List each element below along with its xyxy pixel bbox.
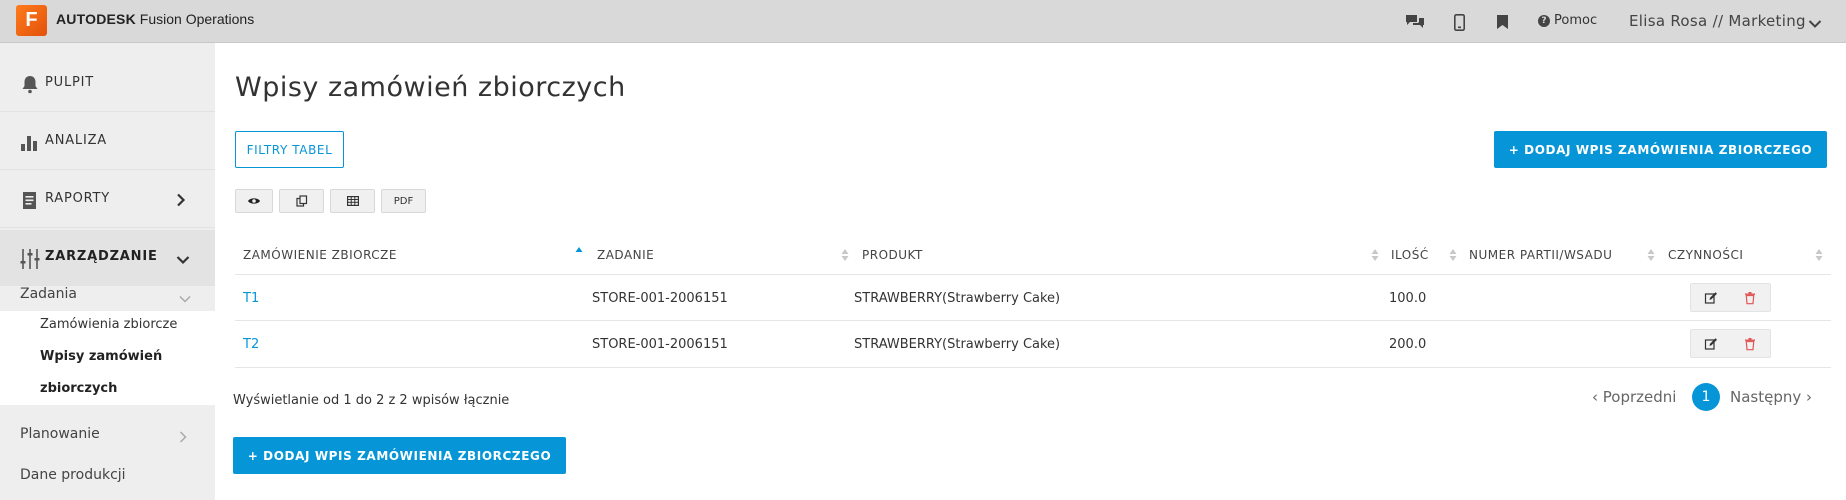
pagination-page-current[interactable]: 1 [1692,383,1720,411]
edit-icon[interactable] [1704,337,1718,351]
sidebar-sub-zadania[interactable]: Zadania [20,286,77,302]
brand-bold: AUTODESK [56,11,136,27]
column-header-batch[interactable]: NUMER PARTII/WSADU [1469,248,1612,262]
sidebar-sub-planowanie[interactable]: Planowanie [20,426,100,442]
chevron-down-icon [179,288,191,307]
sort-icon[interactable] [1815,248,1823,262]
sort-icon[interactable] [1371,248,1379,262]
sidebar-subsub-label: Wpisy zamówień [40,349,163,364]
sidebar-label: PULPIT [45,75,95,90]
sidebar-item-raporty[interactable]: RAPORTY [0,172,215,228]
brand-rest: Fusion Operations [139,11,255,27]
order-link[interactable]: T1 [243,291,259,306]
table-header-divider [235,274,1831,275]
sidebar: PULPIT ANALIZA RAPORTY ZARZĄDZANIE Zadan… [0,43,215,500]
sort-icon[interactable] [841,248,849,262]
task-cell: STORE-001-2006151 [592,291,728,306]
top-bar: F AUTODESK Fusion Operations ? Pomoc Elis… [0,0,1846,43]
sidebar-label: ANALIZA [45,133,107,148]
sidebar-sub-dane-produkcji[interactable]: Dane produkcji [20,467,126,483]
product-cell: STRAWBERRY(Strawberry Cake) [854,291,1061,306]
chevron-right-icon [176,192,186,211]
row-actions [1690,329,1771,358]
column-header-actions[interactable]: CZYNNOŚCI [1668,248,1743,262]
bookmark-icon[interactable] [1490,10,1514,34]
bar-chart-icon [20,132,40,152]
chat-icon[interactable] [1403,10,1427,34]
help-label: Pomoc [1554,13,1598,28]
column-header-task[interactable]: ZADANIE [597,248,654,262]
add-entry-button-top[interactable]: + DODAJ WPIS ZAMÓWIENIA ZBIORCZEGO [1494,131,1827,168]
sidebar-subsub-zamowienia-zbiorcze[interactable]: Zamówienia zbiorcze [0,311,215,340]
table-icon [346,196,359,206]
sidebar-subsub-wpisy-zamowien[interactable]: Wpisy zamówień zbiorczych [0,340,215,405]
sort-icon[interactable] [1449,248,1457,262]
report-icon [20,190,40,210]
pagination-previous[interactable]: ‹ Poprzedni [1592,388,1676,406]
bell-icon [20,74,40,94]
column-header-product[interactable]: PRODUKT [862,248,923,262]
column-header-order[interactable]: ZAMÓWIENIE ZBIORCZE [243,248,397,262]
row-divider [235,367,1831,368]
sidebar-subsub-label: zbiorczych [40,381,118,396]
table-filters-button[interactable]: FILTRY TABEL [235,131,344,168]
chevron-down-icon [176,250,190,269]
delete-icon[interactable] [1743,291,1757,305]
chevron-down-icon[interactable] [1808,14,1822,33]
fusion-logo[interactable]: F [16,5,47,36]
sidebar-item-zarzadzanie[interactable]: ZARZĄDZANIE [0,230,215,286]
mobile-icon[interactable] [1447,10,1471,34]
export-pdf-button[interactable]: PDF [381,189,426,213]
sidebar-label: RAPORTY [45,191,111,206]
brand-name: AUTODESK Fusion Operations [56,11,254,27]
page-title: Wpisy zamówień zbiorczych [235,72,626,103]
quantity-cell: 200.0 [1389,337,1427,352]
pagination-next[interactable]: Następny › [1730,388,1812,406]
eye-icon [248,198,260,204]
sort-icon[interactable] [1647,248,1655,262]
add-entry-button-bottom[interactable]: + DODAJ WPIS ZAMÓWIENIA ZBIORCZEGO [233,437,566,474]
product-cell: STRAWBERRY(Strawberry Cake) [854,337,1061,352]
task-cell: STORE-001-2006151 [592,337,728,352]
edit-icon[interactable] [1704,291,1718,305]
user-menu[interactable]: Elisa Rosa // Marketing [1629,12,1806,30]
sidebar-label: ZARZĄDZANIE [45,249,158,264]
sidebar-subsub-label: Zamówienia zbiorcze [40,317,178,332]
help-link[interactable]: ? Pomoc [1538,13,1597,28]
sliders-icon [20,248,40,269]
copy-button[interactable] [279,189,324,213]
chevron-right-icon [179,428,187,447]
sidebar-item-analiza[interactable]: ANALIZA [0,114,215,170]
quantity-cell: 100.0 [1389,291,1427,306]
export-csv-button[interactable] [330,189,375,213]
table-info: Wyświetlanie od 1 do 2 z 2 wpisów łączni… [233,393,510,408]
sort-asc-icon[interactable] [575,246,583,260]
row-actions [1690,283,1771,312]
toggle-columns-button[interactable] [235,189,273,213]
column-header-quantity[interactable]: ILOŚĆ [1391,248,1429,262]
help-icon: ? [1538,15,1550,27]
delete-icon[interactable] [1743,337,1757,351]
order-link[interactable]: T2 [243,337,259,352]
copy-icon [295,195,307,207]
sidebar-item-pulpit[interactable]: PULPIT [0,56,215,112]
row-divider [235,320,1831,321]
